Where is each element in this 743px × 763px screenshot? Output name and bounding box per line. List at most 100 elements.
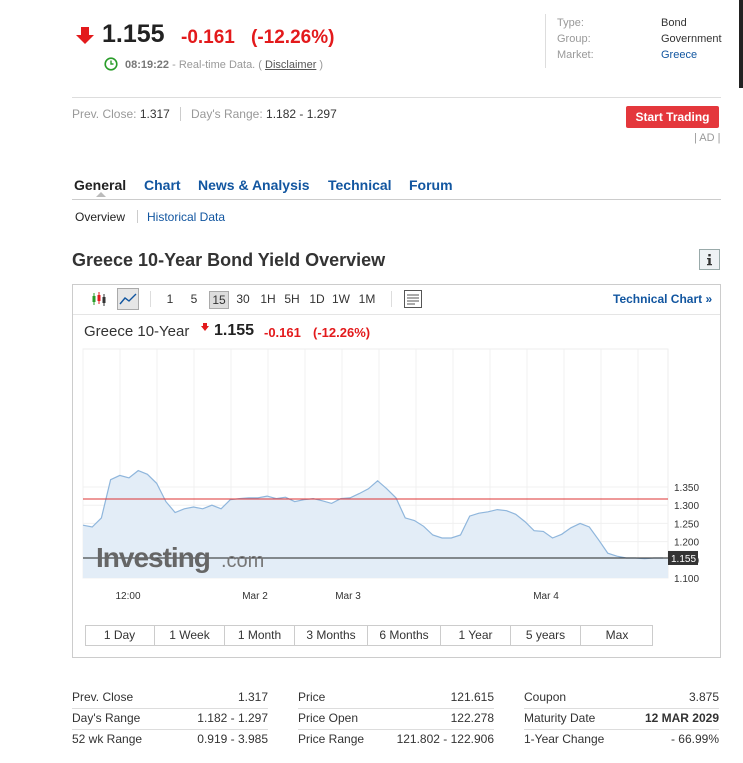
active-tab-indicator [96, 192, 106, 197]
investing-watermark: Investing [96, 542, 210, 573]
yield-area-chart[interactable]: 1.3501.3001.2501.2001.1501.1001.155Inves… [72, 345, 721, 605]
last-price-tag-label: 1.155 [671, 554, 696, 565]
chart-instrument-name: Greece 10-Year [84, 323, 190, 340]
group-value: Government [661, 33, 722, 45]
x-tick-label: Mar 2 [242, 591, 268, 602]
table-value: 12 MAR 2029 [644, 711, 719, 725]
range-tab-6-months[interactable]: 6 Months [368, 625, 441, 646]
chart-last-price: 1.155 [214, 322, 255, 339]
x-tick-label: 12:00 [115, 591, 140, 602]
interval-1-button[interactable]: 1 [163, 291, 177, 309]
interval-5-button[interactable]: 5 [187, 291, 201, 309]
chart-change: -0.161 [264, 325, 301, 340]
scroll-edge [739, 0, 743, 88]
group-label: Group: [557, 33, 591, 45]
table-value: 121.802 - 122.906 [396, 732, 494, 746]
realtime-line: 08:19:22 - Real-time Data. ( Disclaimer … [125, 59, 323, 71]
settings-panel-icon[interactable] [403, 289, 423, 309]
interval-1w-button[interactable]: 1W [330, 291, 352, 309]
table-row-divider [298, 708, 494, 709]
header-divider [72, 97, 721, 98]
prev-close-value: 1.317 [139, 107, 170, 121]
interval-1m-button[interactable]: 1M [356, 291, 378, 309]
down-arrow-icon [201, 323, 209, 331]
table-value: 1.317 [237, 690, 268, 704]
down-arrow-icon [76, 27, 94, 44]
area-chart-icon [119, 293, 137, 305]
tab-forum[interactable]: Forum [409, 177, 453, 193]
table-label: Maturity Date [524, 711, 596, 725]
range-tab-1-day[interactable]: 1 Day [85, 625, 155, 646]
info-button[interactable] [699, 249, 720, 270]
investing-watermark-suffix: .com [221, 550, 264, 572]
y-tick-label: 1.300 [674, 501, 699, 512]
table-value: 121.615 [450, 690, 494, 704]
table-value: 1.182 - 1.297 [197, 711, 268, 725]
toolbar-divider [73, 314, 720, 315]
table-label: Day's Range [72, 711, 141, 725]
interval-15-button[interactable]: 15 [209, 291, 229, 309]
tab-news-analysis[interactable]: News & Analysis [198, 177, 310, 193]
table-value: 3.875 [688, 690, 719, 704]
table-row-divider [72, 708, 268, 709]
range-tab-1-week[interactable]: 1 Week [155, 625, 225, 646]
info-icon [707, 254, 712, 266]
tab-technical[interactable]: Technical [328, 177, 392, 193]
prev-close-label: Prev. Close: [72, 107, 137, 121]
area-chart-button[interactable] [117, 288, 139, 310]
table-label: Coupon [524, 690, 567, 704]
ad-label: | AD | [694, 132, 721, 144]
range-separator [180, 107, 181, 121]
tabs-divider [72, 199, 721, 200]
interval-1d-button[interactable]: 1D [308, 291, 326, 309]
technical-chart-link[interactable]: Technical Chart » [613, 292, 712, 306]
candlestick-icon[interactable] [91, 291, 107, 307]
subtab-separator [137, 210, 138, 223]
table-row-divider [524, 708, 719, 709]
realtime-text: - Real-time Data. ( [169, 59, 266, 71]
interval-5h-button[interactable]: 5H [283, 291, 301, 309]
interval-1h-button[interactable]: 1H [259, 291, 277, 309]
y-tick-label: 1.350 [674, 483, 699, 494]
price-change-percent: (-12.26%) [251, 27, 335, 48]
table-value: 0.919 - 3.985 [197, 732, 268, 746]
toolbar-separator [150, 291, 151, 307]
tab-chart[interactable]: Chart [144, 177, 181, 193]
interval-30-button[interactable]: 30 [234, 291, 252, 309]
disclaimer-link[interactable]: Disclaimer [265, 59, 316, 71]
tab-general[interactable]: General [74, 177, 126, 193]
quote-time: 08:19:22 [125, 59, 170, 71]
range-tab-5-years[interactable]: 5 years [511, 625, 581, 646]
range-tab-3-months[interactable]: 3 Months [295, 625, 368, 646]
table-label: 52 wk Range [72, 732, 143, 746]
subtab-overview[interactable]: Overview [75, 210, 125, 224]
table-label: Prev. Close [72, 690, 134, 704]
table-row-divider [298, 729, 494, 730]
table-label: Price [298, 690, 326, 704]
table-value: - 66.99% [670, 732, 719, 746]
y-tick-label: 1.100 [674, 574, 699, 585]
x-tick-label: Mar 4 [533, 591, 559, 602]
table-row-divider [524, 729, 719, 730]
prev-close-line: Prev. Close: 1.317 [72, 107, 170, 121]
toolbar-separator [391, 291, 392, 307]
table-label: 1-Year Change [524, 732, 605, 746]
type-label: Type: [557, 17, 584, 29]
last-price: 1.155 [102, 20, 165, 48]
range-tab-1-month[interactable]: 1 Month [225, 625, 295, 646]
x-tick-label: Mar 3 [335, 591, 361, 602]
section-title: Greece 10-Year Bond Yield Overview [72, 250, 386, 270]
range-tab-max[interactable]: Max [581, 625, 653, 646]
realtime-close: ) [316, 59, 324, 71]
table-label: Price Range [298, 732, 365, 746]
info-divider [545, 14, 546, 68]
subtab-historical-data[interactable]: Historical Data [147, 210, 225, 224]
y-tick-label: 1.250 [674, 519, 699, 530]
clock-icon [104, 57, 118, 71]
table-label: Price Open [298, 711, 359, 725]
table-row-divider [72, 729, 268, 730]
range-tab-1-year[interactable]: 1 Year [441, 625, 511, 646]
start-trading-button[interactable]: Start Trading [626, 106, 719, 128]
market-link[interactable]: Greece [661, 49, 697, 61]
table-value: 122.278 [450, 711, 494, 725]
